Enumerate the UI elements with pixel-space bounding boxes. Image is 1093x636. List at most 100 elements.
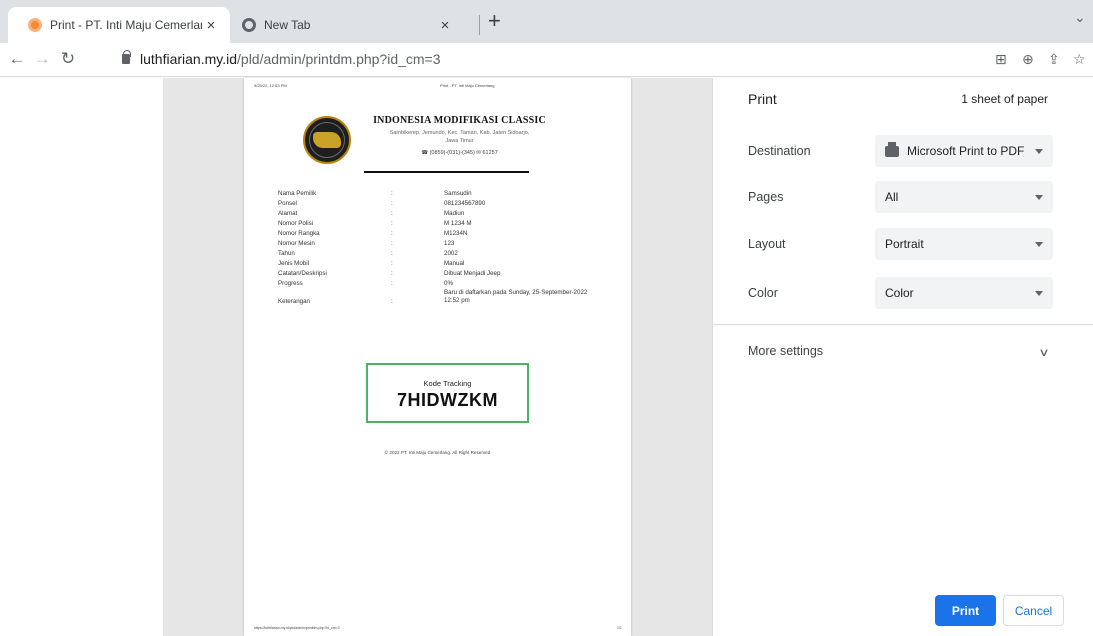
detail-label: Tahun [278, 250, 295, 257]
page-footer-url: https://luthfiarian.my.id/pld/admin/prin… [254, 626, 340, 630]
company-phone: ☎ (0859)-(031)-(345) ✉ 61257 [421, 150, 498, 156]
detail-separator: : [391, 220, 393, 227]
detail-label: Nomor Rangka [278, 230, 320, 237]
print-preview: 9/25/22, 12:53 PM Print - PT. Inti Maju … [163, 78, 712, 636]
chevron-down-icon[interactable]: ∨ [1038, 346, 1049, 359]
tab-print[interactable]: Print - PT. Inti Maju Cemerlang × [8, 7, 230, 43]
layout-value: Portrait [885, 237, 924, 251]
tab-strip: Print - PT. Inti Maju Cemerlang × New Ta… [0, 0, 1093, 43]
detail-label: Nomor Polisi [278, 220, 314, 227]
address-line-1: Sambikerep, Jemundo, Kec. Taman, Kab. Ja… [389, 130, 530, 136]
detail-value: Dibuat Menjadi Jeep [444, 270, 501, 277]
company-address: Sambikerep, Jemundo, Kec. Taman, Kab. Ja… [372, 129, 547, 145]
pages-value: All [885, 190, 899, 204]
browser-toolbar: ← → ↻ luthfiarian.my.id/pld/admin/printd… [0, 43, 1093, 77]
settings-divider [713, 324, 1093, 325]
printer-icon [885, 141, 899, 157]
layout-row: Layout Portrait [748, 228, 1058, 260]
detail-label: Nomor Mesin [278, 240, 315, 247]
print-dialog: 9/25/22, 12:53 PM Print - PT. Inti Maju … [0, 78, 1093, 636]
detail-value: 0% [444, 280, 453, 287]
detail-separator: : [391, 190, 393, 197]
reload-icon[interactable]: ↻ [58, 49, 78, 69]
url-path: /pld/admin/printdm.php?id_cm=3 [237, 51, 441, 67]
detail-separator: : [391, 200, 393, 207]
dropdown-arrow-icon [1035, 194, 1043, 200]
detail-value: Manual [444, 260, 465, 267]
copyright-text: © 2022 PT. Inti Maju Cemerlang. All Righ… [384, 450, 491, 455]
detail-label: Progress [278, 280, 303, 287]
lock-icon [122, 50, 131, 64]
detail-separator: : [391, 260, 393, 267]
tab-title: New Tab [264, 18, 311, 32]
company-name: INDONESIA MODIFIKASI CLASSIC [373, 115, 546, 126]
detail-separator: : [391, 230, 393, 237]
dropdown-arrow-icon [1035, 148, 1043, 154]
zoom-icon[interactable]: ⊕ [1022, 51, 1034, 68]
print-settings-panel: Print 1 sheet of paper Destination Micro… [712, 78, 1093, 636]
address-line-2: Jawa Timur [445, 138, 474, 144]
tracking-label: Kode Tracking [423, 379, 472, 388]
color-label: Color [748, 286, 778, 300]
page-footer-number: 1/1 [617, 626, 622, 630]
detail-label: Catatan/Deskripsi [278, 270, 327, 277]
detail-label: Ponsel [278, 200, 297, 207]
detail-value: M 1234 M [444, 220, 472, 227]
back-icon[interactable]: ← [7, 49, 27, 69]
globe-icon [242, 18, 256, 32]
destination-value: Microsoft Print to PDF [907, 144, 1025, 158]
print-button[interactable]: Print [935, 595, 996, 626]
pages-label: Pages [748, 190, 784, 204]
letterhead-divider [364, 171, 529, 173]
tracking-code: 7HIDWZKM [397, 390, 498, 410]
layout-label: Layout [748, 237, 786, 251]
page-header-date: 9/25/22, 12:53 PM [254, 83, 287, 88]
site-favicon-icon [28, 18, 42, 32]
cancel-button[interactable]: Cancel [1003, 595, 1064, 626]
forward-icon[interactable]: → [32, 49, 52, 69]
sheet-count: 1 sheet of paper [961, 92, 1048, 106]
detail-value: Samsudin [444, 190, 472, 197]
color-row: Color Color [748, 277, 1058, 309]
dropdown-arrow-icon [1035, 241, 1043, 247]
detail-separator: : [391, 280, 393, 287]
detail-separator: : [391, 210, 393, 217]
new-tab-icon[interactable]: + [488, 10, 501, 32]
pages-row: Pages All [748, 181, 1058, 213]
dropdown-arrow-icon [1035, 290, 1043, 296]
destination-select[interactable]: Microsoft Print to PDF [875, 135, 1053, 167]
tab-new-tab[interactable]: New Tab × [232, 7, 464, 43]
share-icon[interactable]: ⇪ [1048, 51, 1060, 68]
tracking-box: Kode Tracking 7HIDWZKM [366, 363, 529, 423]
company-logo [303, 116, 351, 164]
detail-value: Madiun [444, 210, 465, 217]
color-select[interactable]: Color [875, 277, 1053, 309]
print-title: Print [748, 91, 777, 107]
bookmark-star-icon[interactable]: ☆ [1073, 51, 1086, 68]
tab-divider [479, 15, 480, 35]
destination-row: Destination Microsoft Print to PDF [748, 135, 1058, 167]
detail-value: Baru di daftarkan pada Sunday, 25-Septem… [444, 289, 588, 304]
tab-title: Print - PT. Inti Maju Cemerlang [50, 18, 202, 32]
color-value: Color [885, 286, 914, 300]
detail-separator: : [391, 270, 393, 277]
url-host: luthfiarian.my.id [140, 51, 238, 67]
close-icon[interactable]: × [436, 17, 454, 34]
detail-separator: : [391, 250, 393, 257]
layout-select[interactable]: Portrait [875, 228, 1053, 260]
detail-value: 123 [444, 240, 455, 247]
translate-icon[interactable]: ⊞ [995, 51, 1007, 68]
detail-label: Keterangan [278, 298, 310, 305]
address-bar[interactable]: luthfiarian.my.id/pld/admin/printdm.php?… [122, 50, 441, 67]
detail-label: Alamat [278, 210, 298, 217]
detail-separator: : [391, 240, 393, 247]
destination-label: Destination [748, 144, 811, 158]
preview-page: 9/25/22, 12:53 PM Print - PT. Inti Maju … [244, 78, 631, 636]
pages-select[interactable]: All [875, 181, 1053, 213]
detail-separator: : [391, 298, 393, 305]
more-settings-toggle[interactable]: More settings [748, 344, 1048, 358]
detail-value: 2002 [444, 250, 458, 257]
close-icon[interactable]: × [202, 17, 220, 34]
detail-label: Jenis Mobil [278, 260, 309, 267]
chevron-down-icon[interactable]: ⌄ [1074, 9, 1086, 26]
